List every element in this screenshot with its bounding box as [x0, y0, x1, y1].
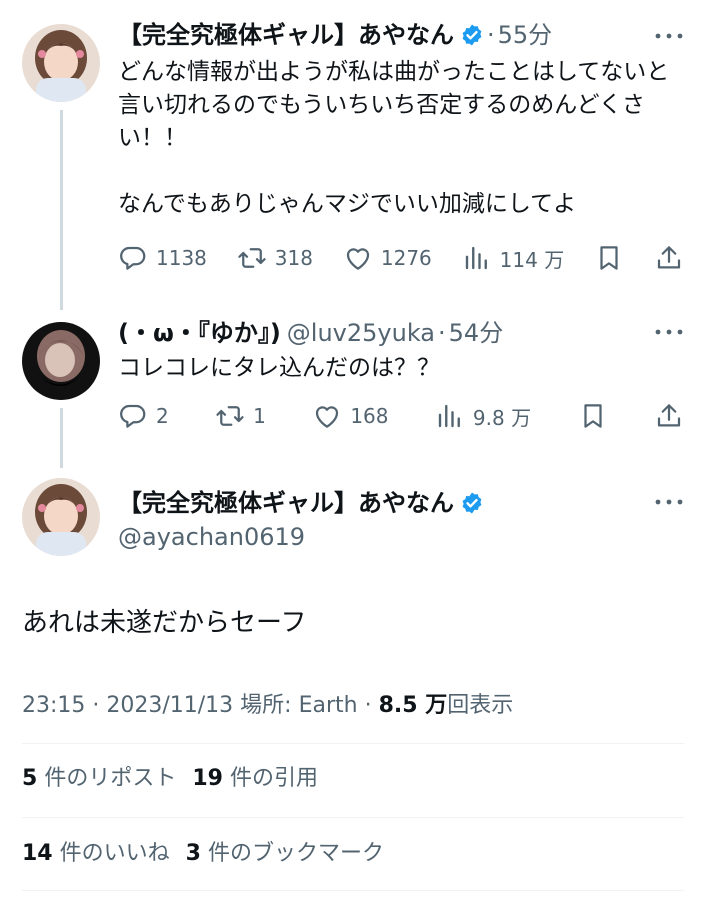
timestamp[interactable]: 55分	[498, 18, 553, 52]
separator: ·	[487, 21, 495, 49]
reposts-count: 5	[22, 766, 38, 791]
verified-badge-icon	[460, 23, 484, 47]
author-handle[interactable]: @ayachan0619	[118, 520, 305, 554]
main-author-row: 【完全究極体ギャル】あやなん	[118, 486, 484, 520]
retweet-icon	[238, 248, 266, 268]
quotes-count: 19	[192, 766, 223, 791]
quotes-label: 件の引用	[229, 766, 318, 791]
view-count: 114 万	[499, 247, 565, 272]
avatar[interactable]	[22, 322, 100, 400]
retweet-button[interactable]: 1	[215, 401, 266, 431]
action-bar: 1138 318 1276 114 万	[118, 242, 684, 274]
heart-icon	[316, 406, 339, 428]
reply-count: 1138	[156, 246, 207, 270]
share-icon	[657, 404, 681, 427]
bar-chart-icon	[438, 404, 460, 428]
retweet-count: 1	[253, 404, 266, 428]
bar-chart-icon	[465, 246, 487, 270]
divider	[22, 817, 684, 818]
author-name[interactable]: (・ω・『ゆか』)	[118, 316, 281, 350]
share-button[interactable]	[654, 401, 684, 431]
like-button[interactable]: 1276	[343, 243, 432, 273]
share-button[interactable]	[654, 243, 684, 273]
tweet-text: コレコレにタレ込んだのは？？	[118, 355, 440, 381]
author-name[interactable]: 【完全究極体ギャル】あやなん	[118, 18, 454, 52]
reply-icon	[120, 404, 146, 428]
likes-stat[interactable]: 14 件のいいね	[22, 841, 170, 866]
engagement-stats-row: 14 件のいいね 3 件のブックマーク	[22, 838, 384, 870]
quotes-stat[interactable]: 19 件の引用	[192, 766, 318, 791]
reposts-label: 件のリポスト	[44, 766, 177, 791]
tweet-meta: 23:15 · 2023/11/13 場所: Earth · 8.5 万回表示	[22, 690, 513, 722]
bookmarks-label: 件のブックマーク	[207, 841, 384, 866]
like-count: 168	[350, 404, 389, 428]
views-button[interactable]: 9.8 万	[435, 401, 531, 431]
separator: ·	[438, 319, 446, 347]
author-handle[interactable]: @luv25yuka	[287, 316, 435, 350]
reply-button[interactable]: 2	[118, 401, 169, 431]
author-name[interactable]: 【完全究極体ギャル】あやなん	[118, 486, 454, 520]
more-icon[interactable]	[654, 326, 684, 338]
thread-connector-line	[60, 408, 63, 468]
avatar[interactable]	[22, 24, 100, 102]
more-icon[interactable]	[654, 30, 684, 42]
tweet-text: どんな情報が出ようが私は曲がったことはしてないと言い切れるのでもういちいち否定す…	[118, 59, 670, 217]
retweet-count: 318	[274, 246, 313, 270]
like-button[interactable]: 168	[312, 401, 389, 431]
reply-count: 2	[156, 404, 169, 428]
divider	[22, 890, 684, 891]
bookmark-button[interactable]	[578, 401, 608, 431]
bookmark-icon	[600, 246, 618, 270]
retweet-button[interactable]: 318	[237, 243, 313, 273]
tweet-header: (・ω・『ゆか』) @luv25yuka · 54分	[118, 316, 503, 350]
bookmark-icon	[583, 404, 602, 428]
thread-connector-line	[60, 110, 63, 310]
bookmarks-stat[interactable]: 3 件のブックマーク	[186, 841, 384, 866]
engagement-stats-row: 5 件のリポスト 19 件の引用	[22, 763, 318, 795]
reply-icon	[120, 246, 146, 270]
views-label: 回表示	[447, 693, 514, 718]
reply-button[interactable]: 1138	[118, 243, 207, 273]
reposts-stat[interactable]: 5 件のリポスト	[22, 766, 176, 791]
share-icon	[657, 246, 681, 269]
avatar[interactable]	[22, 478, 100, 556]
retweet-icon	[216, 406, 244, 426]
likes-label: 件のいいね	[59, 841, 170, 866]
view-count: 9.8 万	[472, 405, 532, 430]
like-count: 1276	[380, 246, 432, 270]
view-count: 8.5 万	[378, 693, 448, 718]
timestamp-location[interactable]: 23:15 · 2023/11/13 場所: Earth ·	[22, 693, 379, 718]
bookmark-button[interactable]	[594, 243, 624, 273]
heart-icon	[346, 248, 369, 270]
tweet-header: 【完全究極体ギャル】あやなん · 55分	[118, 18, 552, 52]
views-button[interactable]: 114 万	[462, 243, 565, 273]
verified-badge-icon	[460, 491, 484, 515]
likes-count: 14	[22, 841, 53, 866]
bookmarks-count: 3	[185, 841, 201, 866]
action-bar: 2 1 168 9.8 万	[118, 400, 684, 432]
more-icon[interactable]	[654, 496, 684, 508]
timestamp[interactable]: 54分	[449, 316, 504, 350]
tweet-text: あれは未遂だからセーフ	[22, 608, 307, 638]
divider	[22, 743, 684, 744]
